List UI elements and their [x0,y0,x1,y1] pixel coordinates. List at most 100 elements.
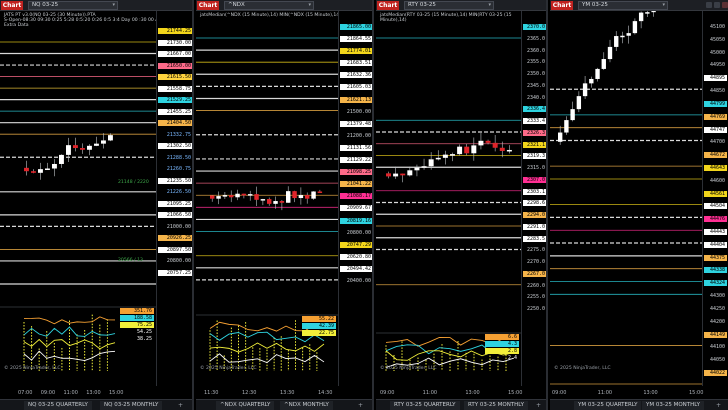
candle-body [108,135,113,141]
price-level-label: 2275.0 [526,247,545,254]
chart-window-ndx: Chart ^NDX ▾ jatsMedian(^NDX (15 Minute),… [196,0,374,410]
candle-body [626,33,631,36]
price-level-label: 44324 [704,280,727,287]
minimize-icon[interactable] [706,2,712,8]
tab-monthly[interactable]: NQ 03-25 MONTHLY [100,401,163,410]
chevron-down-icon: ▾ [308,2,311,8]
candle-body [499,147,505,151]
price-axis[interactable]: 21865.00 21864.55 21774.01 21683.51 21632.36… [338,11,372,386]
price-level-label: 44443 [704,229,727,236]
time-tick-label: 13:00 [643,390,658,396]
tab-monthly[interactable]: RTY 03-25 MONTHLY [464,401,528,410]
bottom-tabs: YM 03-25 QUARTERLY YM 03-25 MONTHLY + [550,399,728,410]
chart-window-ym: Chart YM 03-25 ▾ 45100 45050 45000 44950 4489… [550,0,728,410]
price-level-label: 44300 [709,293,725,300]
time-tick-label: 15:00 [109,390,124,396]
candle-body [435,157,441,160]
chart-tab[interactable]: Chart [1,1,23,10]
price-level-label: 45050 [709,36,725,43]
price-axis[interactable]: 2370.0 2365.0 2360.0 2355.0 2350.0 2345.0 2340… [521,11,546,386]
candle-body [485,140,491,143]
price-chart[interactable] [550,11,702,396]
price-level-label: 2291.0 [523,223,546,230]
candle-body [210,195,215,199]
instrument-selector[interactable]: YM 03-25 ▾ [578,1,668,10]
candle-body [576,96,582,110]
instrument-selector[interactable]: NQ 03-25 ▾ [28,1,118,10]
tab-quarterly[interactable]: RTY 03-25 QUARTERLY [390,401,460,410]
price-axis[interactable]: 45100 45050 45000 44950 44895 44850 44799 44769… [702,11,728,386]
candle-body [607,46,613,60]
instrument-selector[interactable]: RTY 03-25 ▾ [404,1,494,10]
candle-body [267,199,272,204]
add-tab-icon[interactable]: + [714,401,723,410]
price-level-label: 21088.17 [340,193,372,200]
price-level-label: 21041.22 [340,181,372,188]
candle-body [235,193,240,198]
tab-quarterly[interactable]: ^NDX QUARTERLY [216,401,275,410]
candle-body [273,201,278,204]
candle-body [386,173,391,177]
price-level-label: 21098.25 [340,169,372,176]
price-level-label: 21200.00 [346,132,371,139]
indicator-line [209,353,325,364]
candle-body [400,173,406,176]
time-tick-label: 14:30 [318,390,333,396]
tab-quarterly[interactable]: NQ 03-25 QUARTERLY [24,401,92,410]
close-icon[interactable] [722,2,728,8]
candle-body [442,154,448,158]
price-level-label: 21615.50 [158,74,192,81]
price-level-label: 20620.80 [340,253,372,260]
candle-body [305,195,310,199]
candle-body [407,170,413,176]
chart-titlebar: Chart RTY 03-25 ▾ [376,0,546,11]
price-level-label: 44769 [704,113,727,120]
candle-body [421,166,427,168]
tab-quarterly[interactable]: YM 03-25 QUARTERLY [574,401,642,410]
price-level-label: 21235.50 [158,177,192,184]
candle-body [229,195,234,198]
price-level-label: 44672 [704,152,727,159]
tab-monthly[interactable]: YM 03-25 MONTHLY [642,401,704,410]
price-level-label: 20819.16 [340,217,372,224]
maximize-icon[interactable] [714,2,720,8]
candle-body [570,109,575,121]
price-axis[interactable]: 21744.25 21730.00 21667.00 21650.00 21615.50… [156,11,192,386]
candle-body [248,194,253,196]
tab-monthly[interactable]: ^NDX MONTHLY [280,401,333,410]
price-level-label: 44561 [704,190,727,197]
candle-body [59,154,64,164]
instrument-label: NQ 03-25 [32,2,59,8]
candle-body [317,191,323,193]
copyright: © 2025 NinjaTrader, LLC [200,366,257,371]
candle-body [589,78,594,84]
chart-tab[interactable]: Chart [377,1,399,10]
chart-annotation: 20566 / 13 [118,258,143,263]
price-level-label: 21288.50 [166,154,191,161]
add-tab-icon[interactable]: + [176,401,185,410]
price-level-label: 21129.22 [340,157,372,164]
price-level-label: 44476 [704,216,727,223]
candle-body [45,168,50,171]
price-level-label: 44375 [704,254,727,261]
price-level-label: 2333.4 [523,118,546,124]
add-tab-icon[interactable]: + [356,401,365,410]
price-level-label: 21226.50 [166,189,191,196]
instrument-selector[interactable]: ^NDX ▾ [224,1,314,10]
candle-body [31,171,36,173]
indicator-line [23,350,116,362]
time-tick-label: 07:00 [18,390,33,396]
price-level-label: 21632.36 [340,72,372,79]
price-level-label: 2336.4 [523,106,546,113]
indicator-line [23,326,116,337]
price-chart[interactable] [196,11,338,396]
add-tab-icon[interactable]: + [534,401,543,410]
price-level-label: 2260.0 [526,282,545,289]
time-tick-label: 09:00 [380,390,395,396]
chart-tab[interactable]: Chart [197,1,219,10]
price-level-label: 2255.0 [526,294,545,301]
price-level-label: 44600 [709,177,725,184]
chart-tab[interactable]: Chart [551,1,573,10]
price-level-label: 44799 [704,100,727,107]
chart-window-nq: Chart NQ 03-25 ▾ JATS PT v3.0(NQ 03-25 (3… [0,0,194,410]
